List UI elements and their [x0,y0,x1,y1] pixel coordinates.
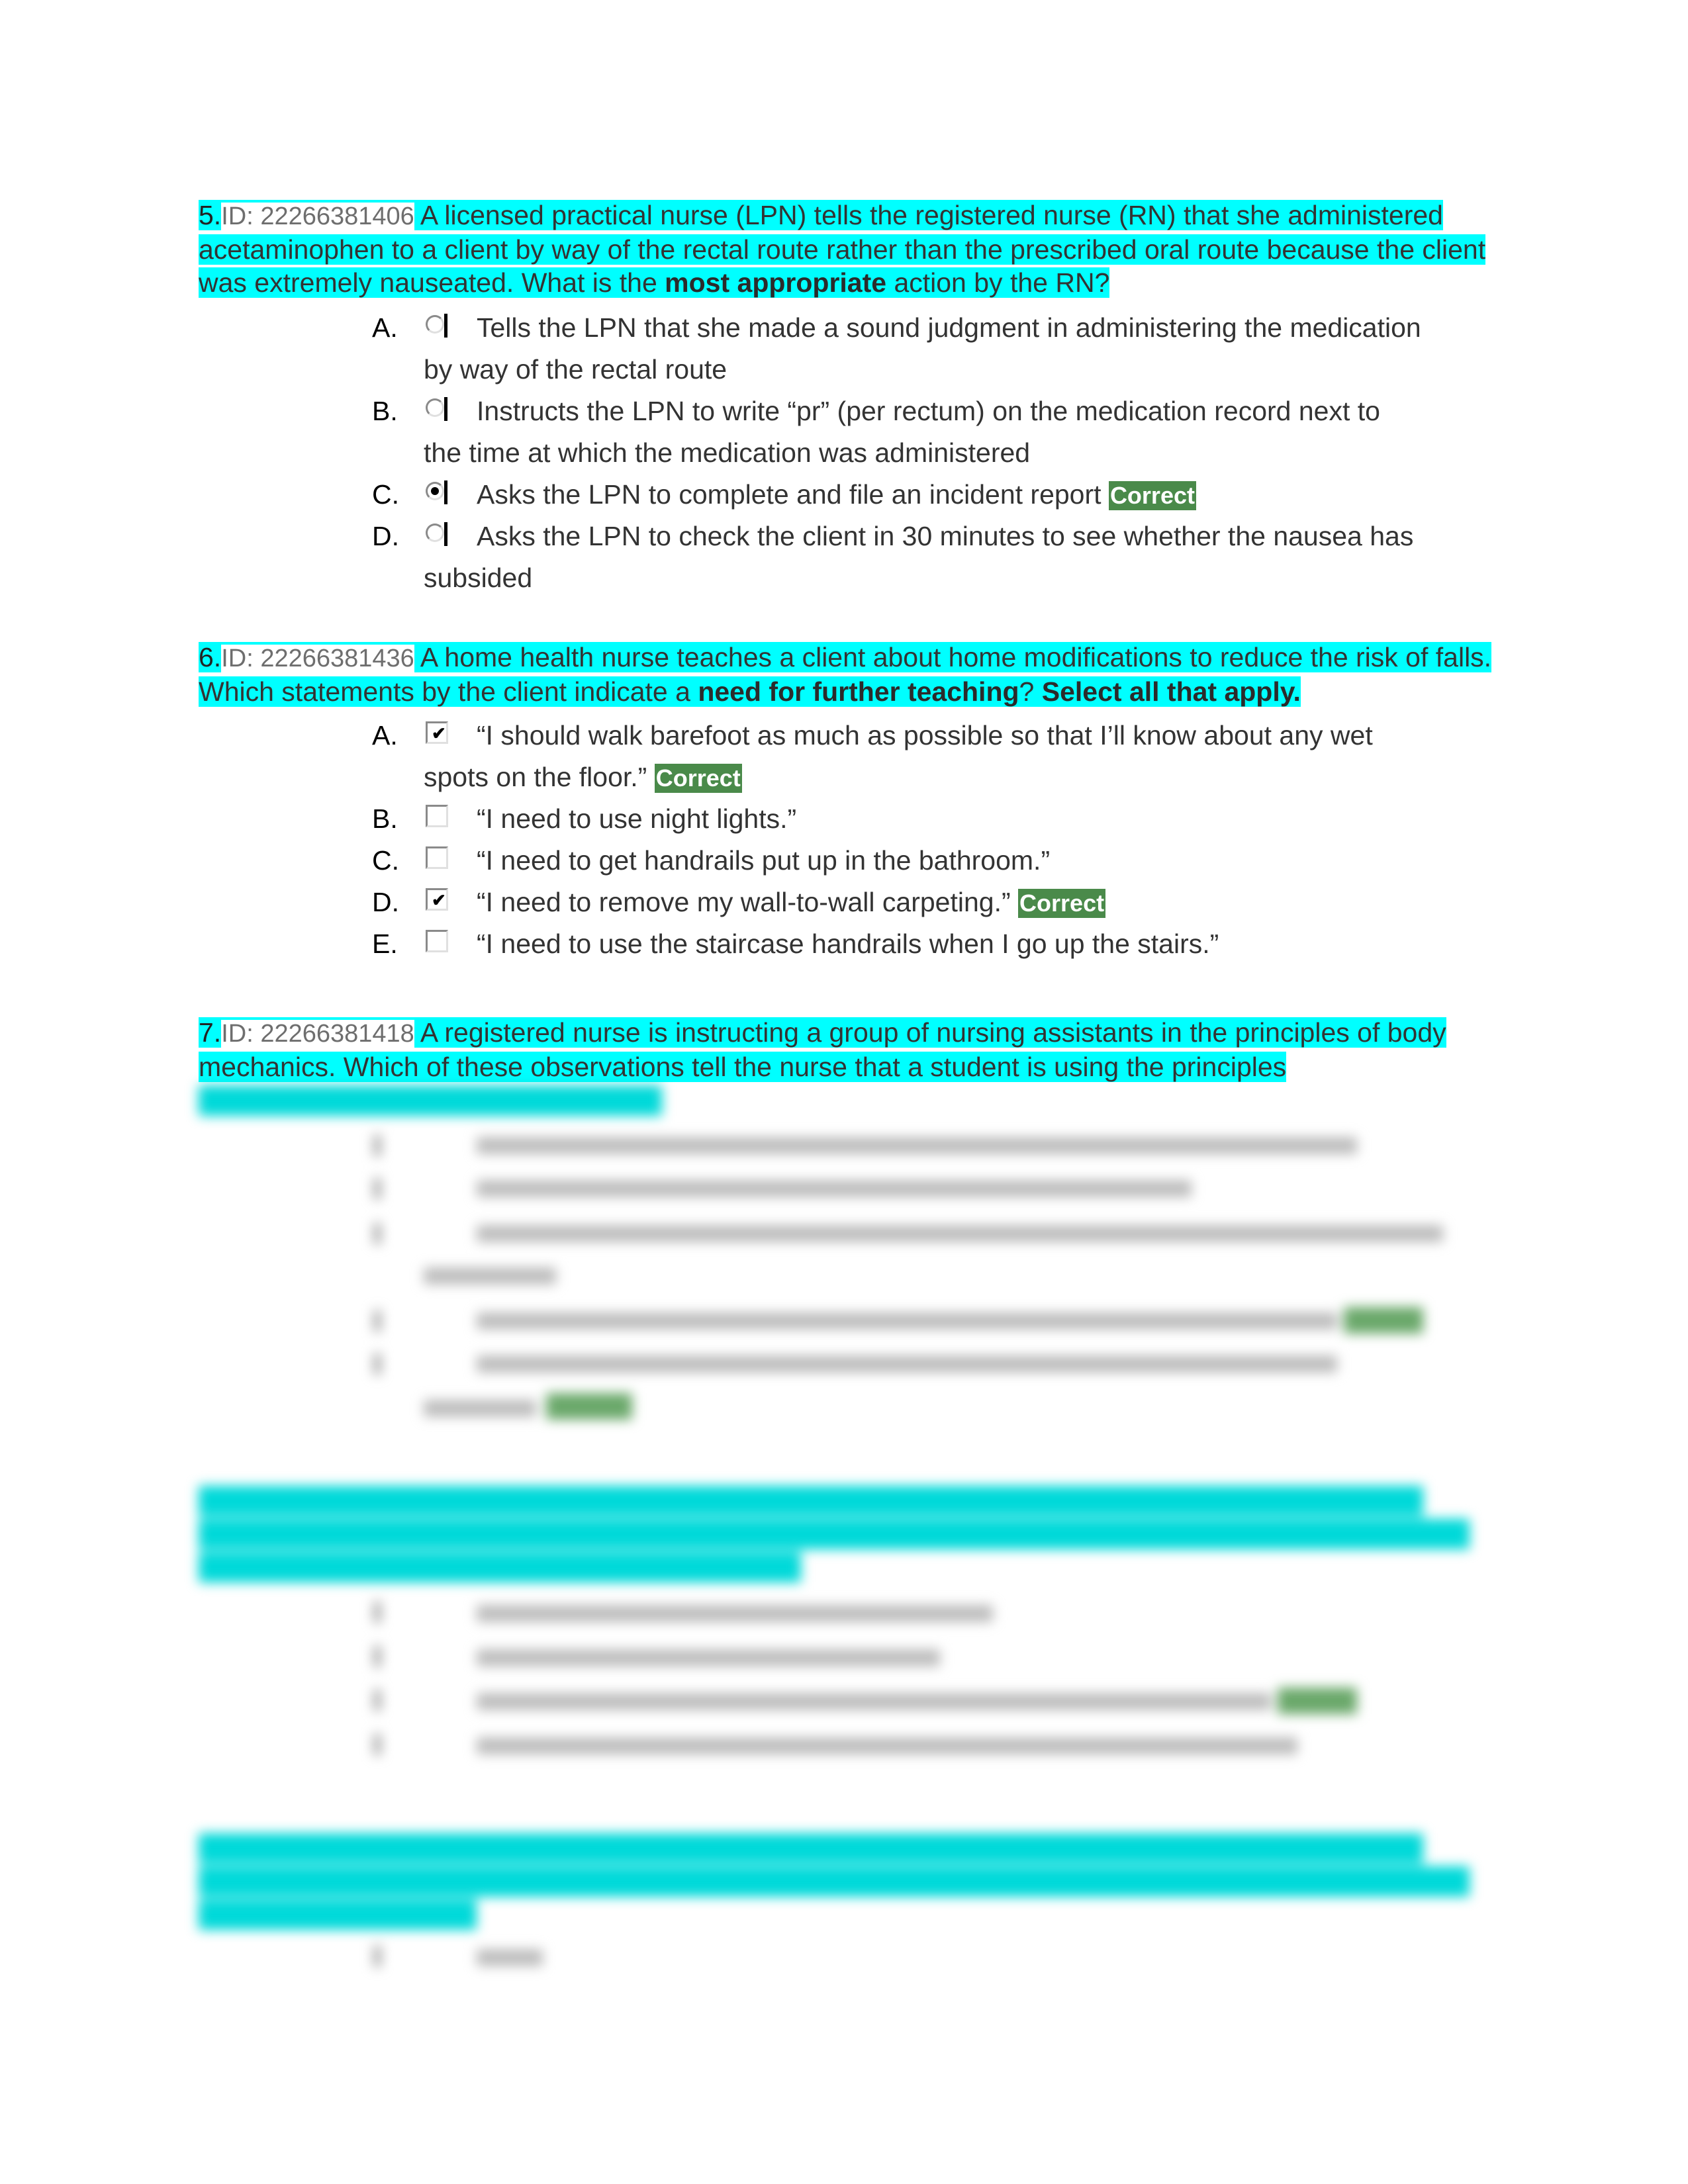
obscured-content [0,0,1688,2184]
document-page: 5.ID: 22266381406 A licensed practical n… [0,0,1688,2184]
